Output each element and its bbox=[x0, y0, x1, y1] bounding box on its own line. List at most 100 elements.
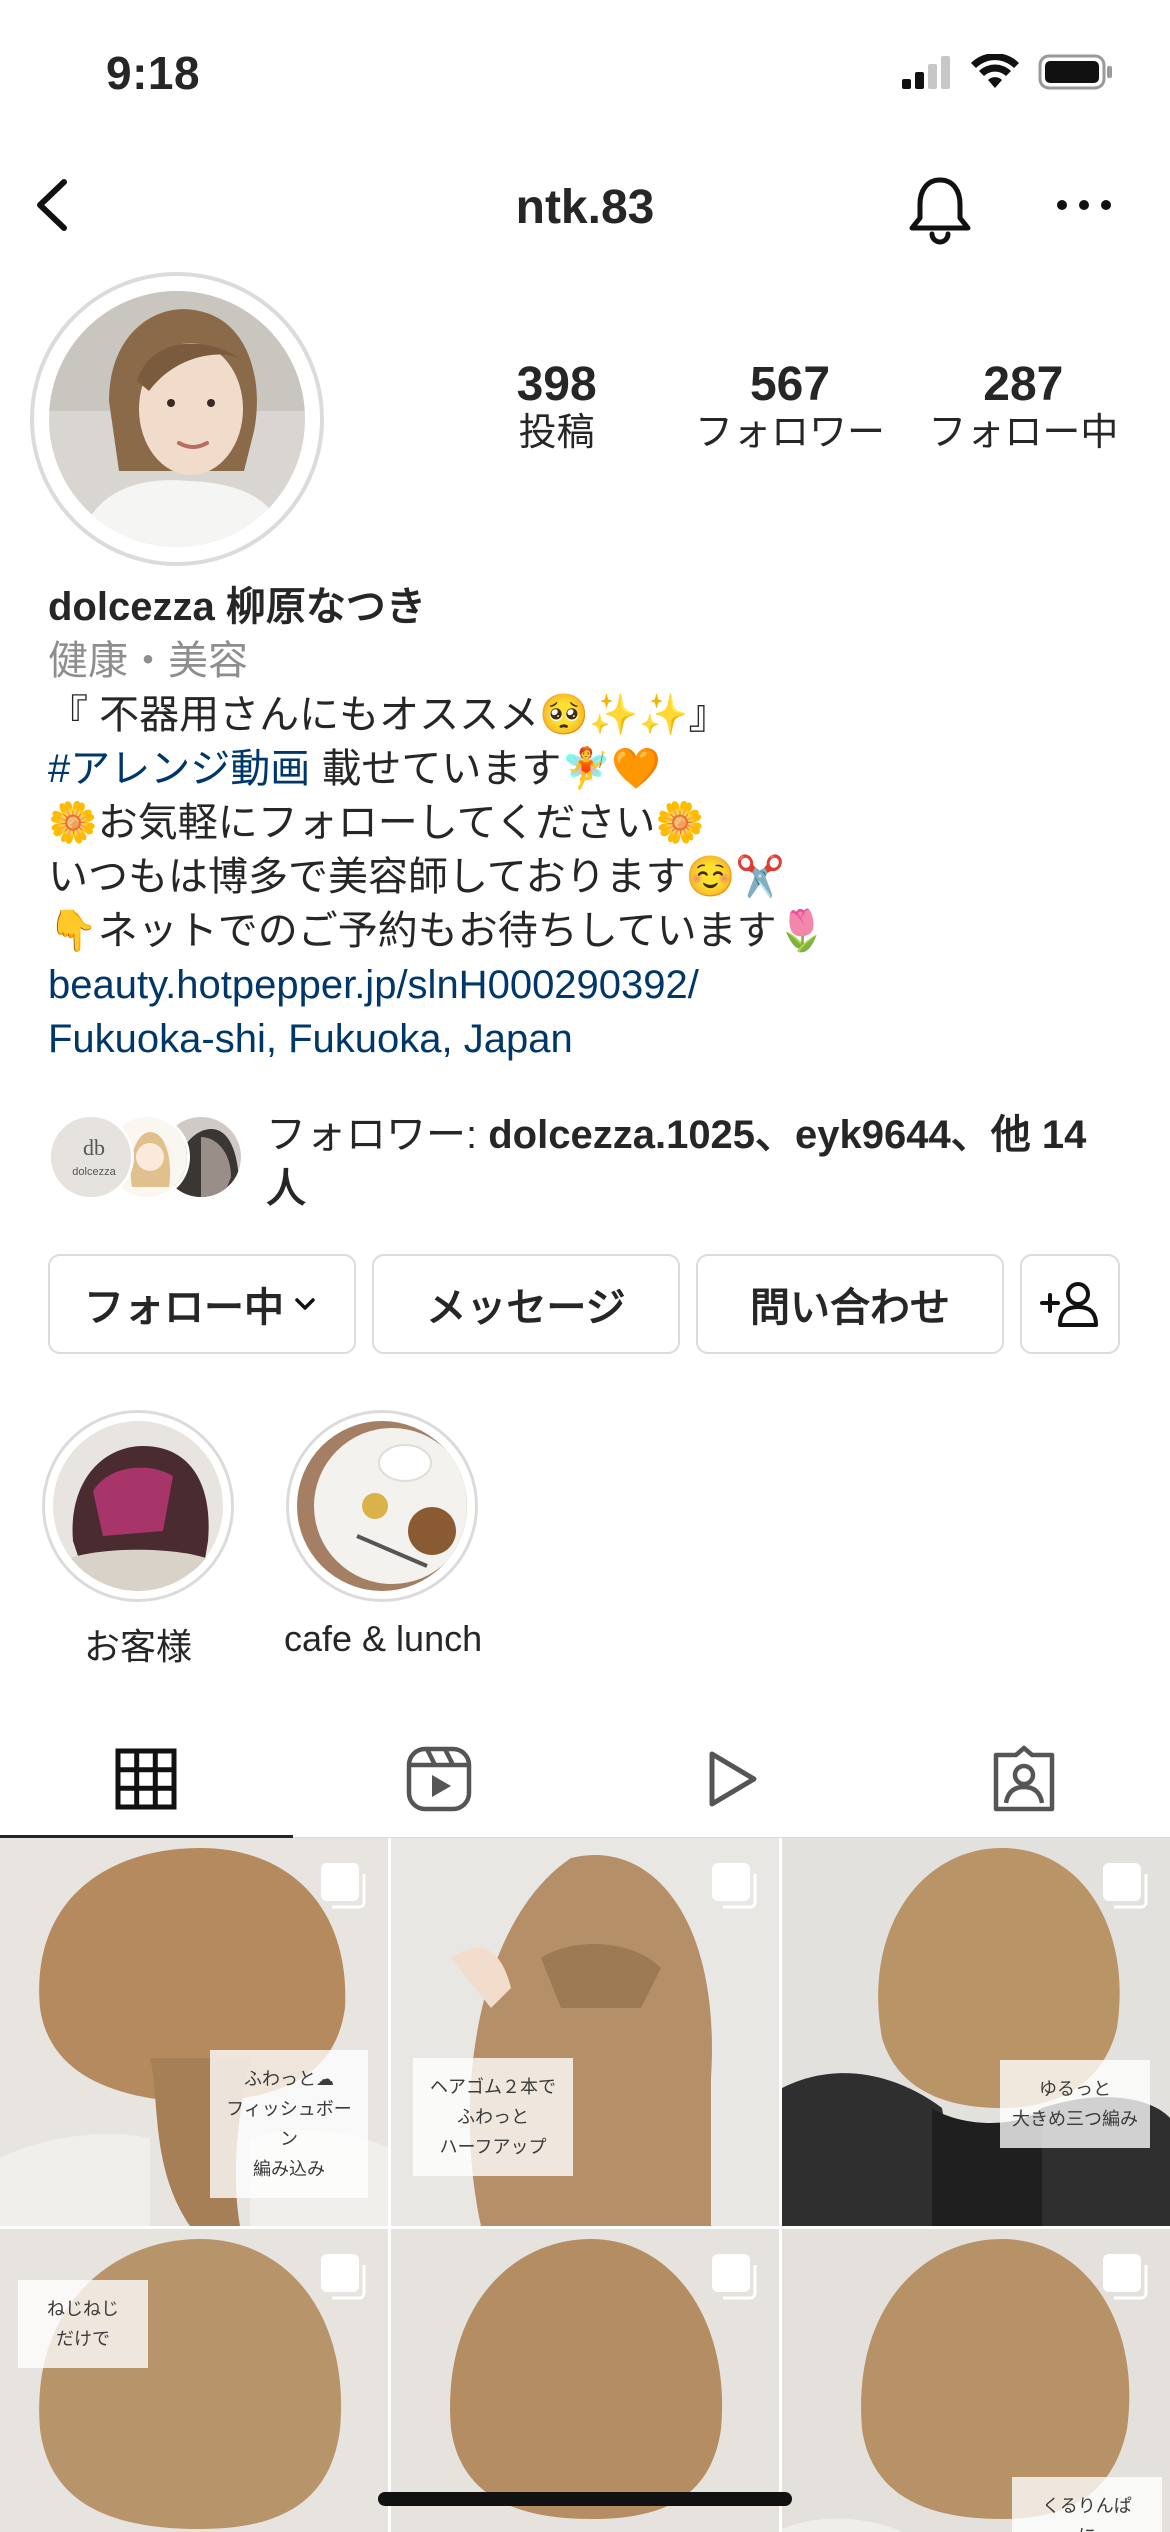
post-caption-line: ふわっと☁ bbox=[244, 2069, 334, 2089]
story-highlights: お客様 cafe & lunch bbox=[40, 1410, 1140, 1667]
stat-followers-count: 567 bbox=[749, 358, 831, 411]
reels-icon bbox=[406, 1746, 471, 1811]
svg-text:dolcezza: dolcezza bbox=[72, 1166, 116, 1178]
post-thumbnail[interactable]: ゆるっと 大きめ三つ編み bbox=[782, 1838, 1170, 2226]
post-caption-overlay: ゆるっと 大きめ三つ編み bbox=[1000, 2060, 1150, 2148]
following-button[interactable]: フォロー中 bbox=[48, 1254, 356, 1354]
post-thumbnail[interactable]: ふわっと☁ フィッシュボーン 編み込み bbox=[0, 1838, 388, 2226]
highlight-label: お客様 bbox=[83, 1626, 192, 1667]
suggested-users-button[interactable] bbox=[1020, 1254, 1120, 1354]
post-caption-line: ヘアゴム２本で bbox=[430, 2077, 556, 2097]
post-caption-line: だけで bbox=[56, 2329, 110, 2349]
mutual-avatar-1: db dolcezza bbox=[48, 1114, 134, 1200]
grid-icon bbox=[115, 1748, 177, 1809]
bio-line-2-text: 載せています🧚🧡 bbox=[310, 747, 661, 791]
tagged-person-icon bbox=[993, 1745, 1054, 1811]
status-time: 9:18 bbox=[106, 47, 201, 99]
highlight-image bbox=[297, 1421, 467, 1591]
hashtag-link[interactable]: #アレンジ動画 bbox=[48, 747, 310, 791]
avatar bbox=[49, 291, 305, 547]
post-caption-line: ねじねじ bbox=[47, 2299, 119, 2319]
stat-posts-label: 投稿 bbox=[518, 412, 595, 455]
stat-followers-label: フォロワー bbox=[694, 412, 885, 455]
post-caption-line: 編み込み bbox=[253, 2159, 325, 2179]
profile-bio: dolcezza 柳原なつき 健康・美容 『 不器用さんにもオススメ🥺✨✨』 #… bbox=[48, 580, 1138, 1066]
profile-stats: 398 投稿 567 フォロワー 287 フォロー中 bbox=[440, 358, 1140, 458]
tab-tagged[interactable] bbox=[878, 1720, 1170, 1837]
website-link[interactable]: beauty.hotpepper.jp/slnH000290392/ bbox=[48, 958, 1138, 1012]
bio-line-1: 『 不器用さんにもオススメ🥺✨✨』 bbox=[48, 693, 729, 737]
message-button[interactable]: メッセージ bbox=[372, 1254, 680, 1354]
multiple-photos-icon bbox=[321, 2254, 366, 2300]
post-caption-line: ふわっと bbox=[457, 2107, 529, 2127]
status-bar: 9:18 bbox=[0, 0, 1170, 150]
stat-followers[interactable]: 567 フォロワー bbox=[673, 358, 906, 458]
bell-icon[interactable] bbox=[900, 170, 980, 250]
multiple-photos-icon bbox=[1103, 1863, 1148, 1909]
signal-icon bbox=[902, 56, 950, 89]
stat-following-count: 287 bbox=[983, 358, 1064, 411]
followed-by-prefix: フォロワー: bbox=[266, 1113, 489, 1157]
wifi-icon bbox=[971, 54, 1019, 88]
post-caption-overlay: ふわっと☁ フィッシュボーン 編み込み bbox=[210, 2050, 368, 2198]
highlight-ring bbox=[286, 1410, 478, 1602]
mutual-follower-avatars: db dolcezza bbox=[48, 1114, 248, 1204]
bio-line-4: いつもは博多で美容師しております☺️✂️ bbox=[48, 855, 786, 899]
add-user-icon bbox=[1040, 1282, 1098, 1327]
profile-tabs bbox=[0, 1720, 1170, 1838]
post-thumbnail[interactable]: ヘアゴム２本で ふわっと ハーフアップ bbox=[391, 1838, 779, 2226]
profile-username: ntk.83 bbox=[515, 181, 655, 234]
followed-by-names: dolcezza.1025、eyk9644 bbox=[488, 1113, 951, 1157]
message-button-label: メッセージ bbox=[426, 1286, 626, 1330]
tab-reels[interactable] bbox=[293, 1720, 586, 1837]
highlight-image bbox=[53, 1421, 223, 1591]
contact-button-label: 問い合わせ bbox=[750, 1286, 950, 1330]
followed-by-text: フォロワー: dolcezza.1025、eyk9644、他 14 人 bbox=[266, 1108, 1136, 1216]
profile-actions: フォロー中 メッセージ 問い合わせ bbox=[48, 1254, 1122, 1354]
highlight-ring bbox=[42, 1410, 234, 1602]
post-caption-overlay: くるりんぱ に bbox=[1012, 2477, 1162, 2532]
tab-videos[interactable] bbox=[585, 1720, 878, 1837]
bio-line-3: 🌼お気軽にフォローしてください🌼 bbox=[48, 801, 706, 845]
play-icon bbox=[709, 1751, 757, 1806]
following-button-label: フォロー中 bbox=[84, 1286, 284, 1330]
profile-header: ntk.83 bbox=[0, 160, 1170, 250]
stat-posts-count: 398 bbox=[516, 358, 597, 411]
multiple-photos-icon bbox=[712, 1863, 757, 1909]
post-caption-line: くるりんぱ bbox=[1042, 2496, 1132, 2516]
svg-text:db: db bbox=[83, 1135, 105, 1160]
multiple-photos-icon bbox=[712, 2254, 757, 2300]
stat-posts[interactable]: 398 投稿 bbox=[440, 358, 673, 458]
bio-line-5: 👇ネットでのご予約もお待ちしています🌷 bbox=[48, 909, 827, 953]
display-name: dolcezza 柳原なつき bbox=[48, 585, 426, 629]
post-caption-line: フィッシュボーン bbox=[226, 2099, 352, 2149]
followed-by[interactable]: db dolcezza フォロワー: dolcezza.1025、eyk9644… bbox=[48, 1108, 1138, 1218]
chevron-down-icon bbox=[295, 1298, 315, 1310]
post-caption-line: ハーフアップ bbox=[439, 2137, 547, 2157]
post-thumbnail[interactable]: くるりんぱ に bbox=[782, 2229, 1170, 2532]
profile-avatar-ring[interactable] bbox=[30, 272, 324, 566]
highlight-customers[interactable]: お客様 bbox=[40, 1410, 236, 1670]
location-link[interactable]: Fukuoka-shi, Fukuoka, Japan bbox=[48, 1012, 1138, 1066]
contact-button[interactable]: 問い合わせ bbox=[696, 1254, 1004, 1354]
highlight-label: cafe & lunch bbox=[284, 1618, 483, 1659]
more-options-icon[interactable] bbox=[1052, 180, 1116, 230]
stat-following[interactable]: 287 フォロー中 bbox=[907, 358, 1140, 458]
profile-category: 健康・美容 bbox=[48, 639, 248, 683]
post-caption-line: に bbox=[1022, 2521, 1152, 2532]
post-caption-line: 大きめ三つ編み bbox=[1012, 2109, 1138, 2129]
multiple-photos-icon bbox=[321, 1863, 366, 1909]
home-indicator bbox=[378, 2492, 792, 2506]
tab-posts[interactable] bbox=[0, 1720, 293, 1838]
status-icons bbox=[900, 54, 1114, 90]
battery-icon bbox=[1038, 54, 1112, 90]
post-caption-overlay: ヘアゴム２本で ふわっと ハーフアップ bbox=[413, 2058, 573, 2176]
highlight-cafe-lunch[interactable]: cafe & lunch bbox=[284, 1410, 483, 1660]
bio-line-2: #アレンジ動画 載せています🧚🧡 bbox=[48, 742, 1138, 796]
post-caption-line: ゆるっと bbox=[1039, 2079, 1111, 2099]
stat-following-label: フォロー中 bbox=[928, 412, 1119, 455]
post-thumbnail[interactable]: ねじねじ だけで bbox=[391, 2229, 779, 2532]
post-thumbnail[interactable] bbox=[0, 2229, 388, 2532]
multiple-photos-icon bbox=[1103, 2254, 1148, 2300]
post-caption-overlay: ねじねじ だけで bbox=[18, 2280, 148, 2368]
